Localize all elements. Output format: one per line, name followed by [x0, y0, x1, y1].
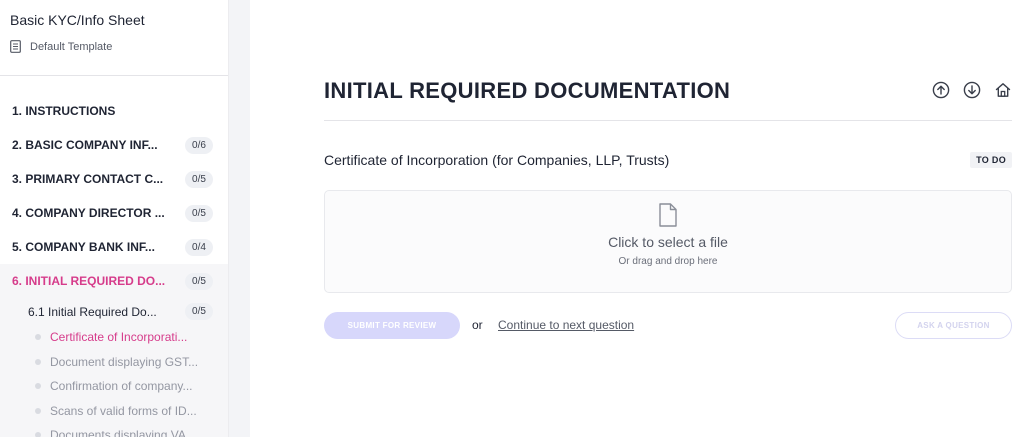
question-label: Document displaying GST...	[50, 354, 199, 369]
section-label: 1. INSTRUCTIONS	[12, 104, 116, 118]
section-item-initial-required-docs[interactable]: 6. INITIAL REQUIRED DO... 0/5	[0, 264, 228, 298]
sheet-title: Basic KYC/Info Sheet	[10, 12, 145, 28]
section-nav: 1. INSTRUCTIONS 2. BASIC COMPANY INF... …	[0, 76, 228, 437]
bullet-icon	[35, 383, 41, 390]
section-label: 6. INITIAL REQUIRED DO...	[12, 274, 166, 288]
question-label: Scans of valid forms of ID...	[50, 403, 197, 418]
question-item-id-scans[interactable]: Scans of valid forms of ID...	[0, 399, 228, 424]
submit-for-review-button[interactable]: SUBMIT FOR REVIEW	[324, 312, 460, 339]
progress-badge: 0/5	[185, 303, 213, 320]
bullet-icon	[35, 358, 41, 365]
question-label: Certificate of Incorporati...	[50, 330, 188, 345]
section-item-instructions[interactable]: 1. INSTRUCTIONS	[0, 94, 228, 128]
progress-badge: 0/5	[185, 273, 213, 290]
subsection-block: 6.1 Initial Required Do... 0/5 Certifica…	[0, 298, 228, 437]
progress-badge: 0/6	[185, 137, 213, 154]
question-label: Confirmation of company...	[50, 379, 193, 394]
subsection-item[interactable]: 6.1 Initial Required Do... 0/5	[0, 298, 228, 325]
question-title: Certificate of Incorporation (for Compan…	[324, 152, 670, 168]
arrow-down-circle-icon[interactable]	[963, 81, 981, 99]
template-label: Default Template	[30, 40, 113, 53]
bullet-icon	[35, 334, 41, 341]
status-badge: TO DO	[970, 152, 1012, 168]
ask-a-question-button[interactable]: ASK A QUESTION	[895, 312, 1012, 339]
sidebar-header: Basic KYC/Info Sheet Default Template	[0, 0, 228, 76]
section-label: 4. COMPANY DIRECTOR ...	[12, 206, 165, 220]
question-item-confirmation[interactable]: Confirmation of company...	[0, 374, 228, 399]
sidebar: Basic KYC/Info Sheet Default Template 1.…	[0, 0, 229, 437]
file-icon	[659, 203, 677, 227]
document-icon	[10, 40, 21, 53]
section-item-basic-company-info[interactable]: 2. BASIC COMPANY INF... 0/6	[0, 128, 228, 162]
question-item-gst[interactable]: Document displaying GST...	[0, 350, 228, 375]
or-text: or	[472, 318, 483, 332]
bullet-icon	[35, 407, 41, 414]
subsection-label: 6.1 Initial Required Do...	[28, 304, 157, 319]
question-header: Certificate of Incorporation (for Compan…	[324, 152, 1012, 170]
section-label: 2. BASIC COMPANY INF...	[12, 138, 158, 152]
template-selector[interactable]: Default Template	[10, 40, 228, 53]
continue-to-next-question-link[interactable]: Continue to next question	[498, 318, 634, 332]
section-label: 3. PRIMARY CONTACT C...	[12, 172, 164, 186]
dropzone-title: Click to select a file	[608, 234, 728, 250]
section-nav-icons	[932, 81, 1012, 99]
section-item-company-bank-info[interactable]: 5. COMPANY BANK INF... 0/4	[0, 230, 228, 264]
section-item-primary-contact[interactable]: 3. PRIMARY CONTACT C... 0/5	[0, 162, 228, 196]
file-dropzone[interactable]: Click to select a file Or drag and drop …	[324, 190, 1012, 293]
section-label: 5. COMPANY BANK INF...	[12, 240, 155, 254]
progress-badge: 0/4	[185, 239, 213, 256]
main-panel: INITIAL REQUIRED DOCUMENTATION Certifica…	[250, 0, 1024, 437]
panel-divider	[229, 0, 250, 437]
section-heading: INITIAL REQUIRED DOCUMENTATION	[324, 78, 1012, 121]
section-item-company-director[interactable]: 4. COMPANY DIRECTOR ... 0/5	[0, 196, 228, 230]
bullet-icon	[35, 432, 41, 437]
progress-badge: 0/5	[185, 171, 213, 188]
arrow-up-circle-icon[interactable]	[932, 81, 950, 99]
question-item-certificate[interactable]: Certificate of Incorporati...	[0, 325, 228, 350]
dropzone-hint: Or drag and drop here	[618, 256, 718, 267]
question-item-vat[interactable]: Documents displaying VA...	[0, 423, 228, 437]
action-row: SUBMIT FOR REVIEW or Continue to next qu…	[324, 312, 1012, 339]
home-icon[interactable]	[994, 81, 1012, 99]
question-label: Documents displaying VA...	[50, 428, 196, 437]
progress-badge: 0/5	[185, 205, 213, 222]
page-title: INITIAL REQUIRED DOCUMENTATION	[324, 78, 731, 103]
